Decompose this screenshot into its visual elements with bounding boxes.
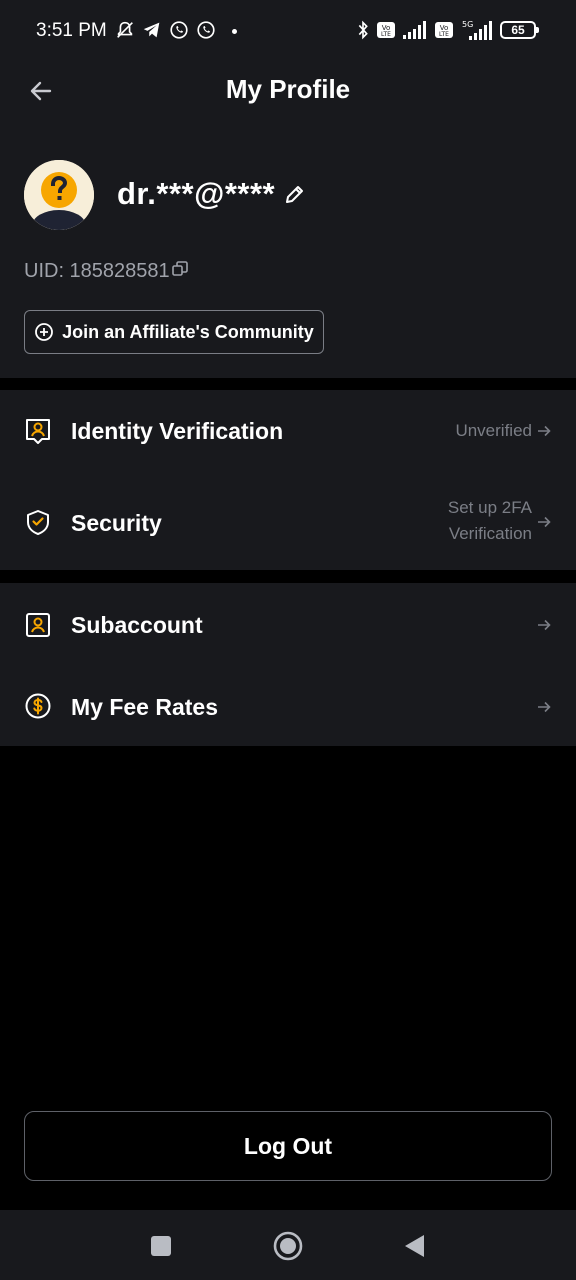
verification-status: Unverified — [455, 421, 532, 440]
arrow-right-icon — [538, 619, 551, 631]
pencil-edit-icon[interactable] — [283, 182, 307, 206]
recent-apps-icon[interactable] — [146, 1231, 176, 1261]
shield-icon — [27, 510, 49, 535]
user-badge-icon — [26, 613, 50, 637]
dollar-coin-icon — [25, 693, 51, 719]
avatar[interactable] — [24, 160, 94, 230]
log-out-button[interactable]: Log Out — [24, 1111, 552, 1181]
status-time: 3:51 PM — [36, 20, 107, 41]
verification-section: Identity Verification Unverified Securit… — [0, 390, 576, 570]
whatsapp-icon — [197, 21, 215, 39]
copy-icon[interactable] — [171, 260, 188, 277]
bluetooth-icon — [358, 20, 368, 40]
system-navigation-bar — [0, 1210, 576, 1280]
uid-row: UID: 185828581 — [24, 260, 188, 283]
svg-text:LTE: LTE — [439, 31, 449, 38]
menu-item-label: My Fee Rates — [71, 694, 219, 720]
menu-item-identity-verification[interactable]: Identity Verification Unverified — [0, 390, 576, 474]
whatsapp-icon — [170, 21, 188, 39]
arrow-right-icon — [538, 425, 551, 437]
menu-item-security[interactable]: Security Set up 2FA Verification — [0, 480, 576, 570]
join-affiliate-community-button[interactable]: Join an Affiliate's Community — [24, 310, 324, 354]
menu-item-fee-rates[interactable]: My Fee Rates — [0, 665, 576, 746]
account-section: Subaccount My Fee Rates — [0, 583, 576, 746]
menu-item-label: Identity Verification — [71, 418, 284, 444]
notification-icons — [114, 19, 217, 41]
volte-icon: VoLTE — [435, 22, 453, 38]
more-notifications-dot — [232, 29, 237, 34]
signal-5g-icon: 5G — [462, 20, 492, 40]
profile-header: My Profile dr.***@**** UID: 185828581 Jo… — [0, 62, 576, 378]
home-icon[interactable] — [273, 1231, 303, 1261]
arrow-right-icon — [538, 701, 551, 713]
volte-icon: VoLTE — [377, 22, 395, 38]
telegram-icon — [143, 22, 160, 38]
id-card-icon — [26, 419, 50, 444]
signal-icon — [403, 21, 426, 39]
avatar-placeholder-icon — [24, 160, 94, 230]
menu-item-label: Security — [71, 510, 162, 536]
svg-text:LTE: LTE — [381, 31, 391, 38]
page-title: My Profile — [225, 74, 351, 104]
menu-item-subaccount[interactable]: Subaccount — [0, 583, 576, 665]
system-icons: Vo LTE Vo LTE 5G 65 — [356, 19, 539, 41]
back-nav-icon[interactable] — [400, 1231, 430, 1261]
network-type: 5G — [462, 20, 473, 29]
plus-circle-icon — [35, 323, 54, 341]
user-email: dr.***@**** — [117, 176, 276, 211]
log-out-label: Log Out — [243, 1132, 333, 1159]
battery-indicator: 65 — [500, 21, 539, 39]
email-row: dr.***@**** — [117, 176, 307, 212]
security-status-line: Verification — [448, 524, 532, 543]
status-bar: 3:51 PM Vo LTE Vo LTE 5G 65 — [0, 0, 576, 62]
menu-item-label: Subaccount — [71, 612, 203, 638]
affiliate-button-label: Join an Affiliate's Community — [62, 321, 314, 342]
security-status: Set up 2FA Verification — [448, 495, 532, 547]
security-status-line: Set up 2FA — [447, 498, 532, 517]
user-uid: UID: 185828581 — [24, 260, 170, 282]
arrow-right-icon — [538, 516, 551, 528]
mute-icon — [117, 21, 133, 38]
